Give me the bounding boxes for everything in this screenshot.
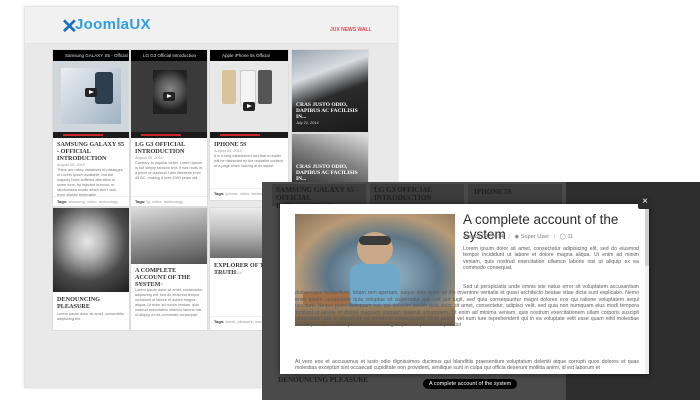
article-date: August 04, 2014 bbox=[463, 234, 504, 240]
user-icon: ◉ bbox=[514, 234, 520, 240]
wall-card-samsung[interactable]: Samsung GALAXY S5 - Official I... SAMSUN… bbox=[52, 49, 130, 207]
phone-image-silver bbox=[240, 70, 256, 106]
backdrop-card-title: IPHONE 5S bbox=[474, 188, 512, 196]
card-date: August 04, 2014 bbox=[135, 282, 163, 286]
close-icon[interactable]: × bbox=[638, 195, 652, 209]
logo-text: JoomlaUX bbox=[75, 16, 151, 33]
play-icon[interactable] bbox=[243, 102, 255, 111]
nav-link-news-wall[interactable]: JUX NEWS WALL bbox=[330, 27, 372, 33]
article-paragraph-2: Sed ut perspiciatis unde omnis iste natu… bbox=[295, 284, 639, 329]
wall-card-iphone[interactable]: Apple iPhone 5s Official Introduc... IPH… bbox=[209, 49, 289, 201]
card-tags: Tags: samsung, video, technology bbox=[53, 196, 129, 206]
video-player[interactable]: LG G3 Official Introduction bbox=[131, 50, 207, 138]
video-player[interactable]: Apple iPhone 5s Official Introduc... bbox=[210, 50, 288, 138]
card-excerpt: There are many variations of passages of… bbox=[57, 168, 123, 197]
card-date: July 21, 2014 bbox=[296, 121, 319, 125]
modal-scrollbar-thumb[interactable] bbox=[645, 206, 649, 266]
video-player[interactable]: Samsung GALAXY S5 - Official I... bbox=[53, 50, 129, 138]
video-controls[interactable] bbox=[210, 132, 288, 138]
wall-card-denouncing[interactable]: DENOUNCING PLEASURE August 05, 2014 Lore… bbox=[52, 207, 130, 331]
video-title-bar: Samsung GALAXY S5 - Official I... bbox=[53, 50, 129, 69]
tags-label: Tags: bbox=[135, 199, 146, 204]
child-goggles bbox=[359, 236, 391, 245]
wall-card-photo-1[interactable]: CRAS JUSTO ODIO, DAPIBUS AC FACILISIS IN… bbox=[291, 49, 369, 133]
logo-x-icon: ✕ bbox=[61, 16, 79, 38]
video-progress[interactable] bbox=[220, 134, 260, 136]
play-icon[interactable] bbox=[163, 92, 175, 101]
tags-value[interactable]: lg, video, technology bbox=[147, 199, 183, 204]
tags-label: Tags: bbox=[214, 319, 225, 324]
card-excerpt: Contrary to popular belief, Lorem Ipsum … bbox=[135, 161, 202, 180]
article-paragraph-1: Lorem ipsum dolor sit amet, consectetur … bbox=[463, 246, 639, 272]
card-tags: Tags: lg, video, technology bbox=[131, 196, 207, 206]
photo-image bbox=[131, 208, 207, 264]
phone-image-gray bbox=[258, 70, 272, 104]
backdrop-card-title: LG G3 OFFICIAL INTRODUCTION bbox=[374, 186, 432, 202]
card-title[interactable]: CRAS JUSTO ODIO, DAPIBUS AC FACILISIS IN… bbox=[296, 164, 364, 182]
article-paragraph-3: At vero eos et accusamus et iusto odio d… bbox=[295, 359, 639, 372]
card-date: August 04, 2014 bbox=[214, 271, 242, 275]
card-excerpt: It is a long established fact that a rea… bbox=[214, 154, 283, 168]
eye-icon: ◯ bbox=[559, 234, 566, 240]
lightbox-caption: A complete account of the system bbox=[423, 379, 518, 389]
video-controls[interactable] bbox=[53, 132, 129, 138]
card-title[interactable]: SAMSUNG GALAXY S5 - OFFICIAL INTRODUCTIO… bbox=[53, 141, 129, 162]
card-excerpt: Lorem ipsum dolor sit amet, consectetur … bbox=[57, 312, 125, 321]
site-logo[interactable]: ✕ JoomlaUX bbox=[61, 16, 151, 38]
card-title[interactable]: IPHONE 5S bbox=[210, 141, 288, 148]
article-views: 11 bbox=[567, 234, 574, 240]
card-excerpt: Lorem ipsum dolor sit amet, consectetur … bbox=[135, 288, 203, 317]
article-modal: A complete account of the system August … bbox=[280, 204, 649, 374]
article-meta: August 04, 2014 | ◉ Super User | ◯ 11 bbox=[463, 234, 574, 240]
card-title[interactable]: LG G3 OFFICIAL INTRODUCTION bbox=[131, 141, 207, 155]
video-title-bar: Apple iPhone 5s Official Introduc... bbox=[210, 50, 288, 69]
wall-card-lg[interactable]: LG G3 Official Introduction LG G3 OFFICI… bbox=[130, 49, 208, 207]
wall-card-complete-account[interactable]: A COMPLETE ACCOUNT OF THE SYSTEM August … bbox=[130, 207, 208, 331]
play-icon[interactable] bbox=[85, 88, 97, 97]
tags-value[interactable]: samsung, video, technology bbox=[69, 199, 119, 204]
phone-image-gold bbox=[222, 70, 236, 104]
video-progress[interactable] bbox=[141, 134, 181, 136]
video-controls[interactable] bbox=[131, 132, 207, 138]
tags-label: Tags: bbox=[57, 199, 68, 204]
backdrop-card-title: DENOUNCING PLEASURE bbox=[278, 376, 369, 384]
photo-image bbox=[53, 208, 129, 292]
site-header: ✕ JoomlaUX JUX NEWS WALL bbox=[25, 7, 397, 44]
card-title[interactable]: CRAS JUSTO ODIO, DAPIBUS AC FACILISIS IN… bbox=[296, 102, 364, 120]
phone-image bbox=[95, 72, 113, 104]
article-author[interactable]: Super User bbox=[521, 234, 549, 240]
card-date: August 05, 2014 bbox=[57, 305, 85, 309]
video-progress[interactable] bbox=[63, 134, 103, 136]
video-title-bar: LG G3 Official Introduction bbox=[131, 50, 207, 61]
tags-label: Tags: bbox=[214, 191, 225, 196]
